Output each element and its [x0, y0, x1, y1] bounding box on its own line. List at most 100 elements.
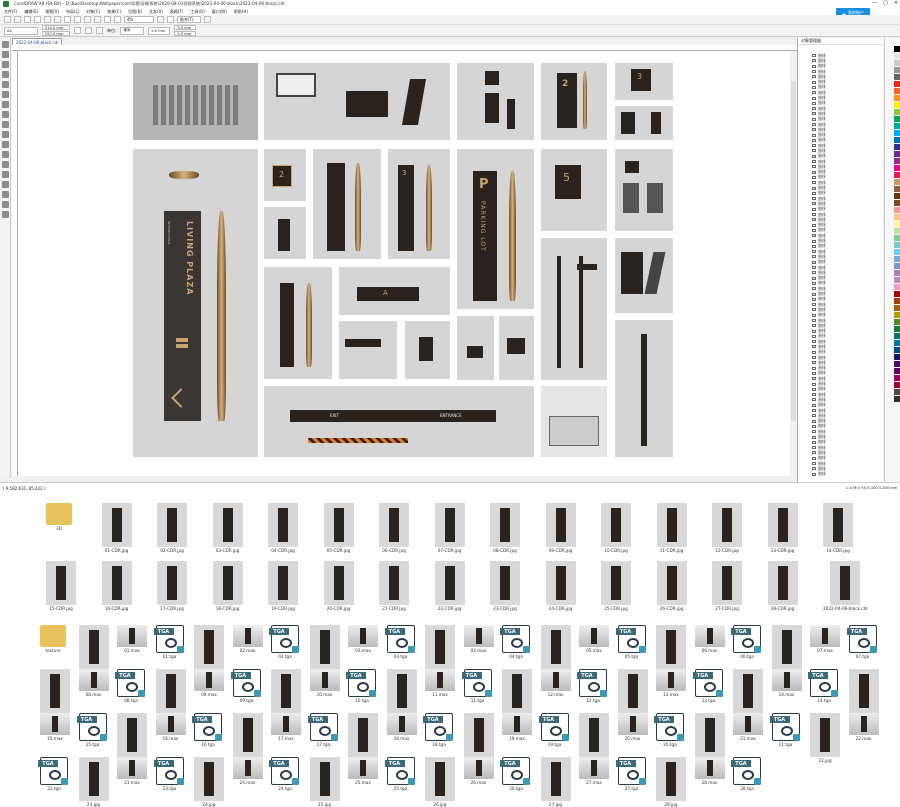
object-row[interactable]: 曲线	[798, 471, 882, 476]
artboard-bins[interactable]	[615, 149, 673, 231]
menu-item[interactable]: 布局(L)	[66, 9, 79, 15]
dimension-tool-icon[interactable]	[2, 151, 9, 158]
file-item[interactable]: TGA 27.tga	[615, 757, 646, 791]
new-document-button[interactable]	[4, 16, 11, 23]
file-item[interactable]: TGA 02.tga	[269, 625, 299, 659]
file-item[interactable]: 20-CDR.jpg	[323, 561, 354, 611]
page-width-field[interactable]: 210.0 mm	[42, 25, 70, 30]
artboard-living-plaza[interactable]: LIVING PLAZA INTERNATIONAL	[133, 149, 258, 457]
artboard-hanging-frame[interactable]	[499, 316, 534, 380]
redo-button[interactable]	[84, 16, 91, 23]
file-item[interactable]: TGA 14.tga	[808, 669, 838, 703]
polygon-tool-icon[interactable]	[2, 121, 9, 128]
file-item[interactable]: 03.jpg	[309, 625, 340, 675]
color-swatch[interactable]	[894, 326, 900, 332]
color-eyedropper-tool-icon[interactable]	[2, 191, 9, 198]
artboard-totem-2[interactable]	[264, 267, 332, 379]
artboard-desk-sign[interactable]	[264, 63, 450, 140]
file-item[interactable]: 01.jpg	[78, 625, 109, 675]
menu-item[interactable]: 帮助(H)	[234, 9, 248, 15]
file-item[interactable]: 02.jpg	[194, 625, 224, 675]
transparency-tool-icon[interactable]	[2, 181, 9, 188]
duplicate-y-field[interactable]: 5.0 mm	[174, 31, 197, 36]
nudge-distance-field[interactable]: 5.0 mm	[148, 26, 171, 35]
file-item[interactable]: 09.jpg	[155, 669, 186, 719]
artboard-overhead-a[interactable]: A	[339, 267, 450, 315]
file-item[interactable]: 28-CDR.jpg	[767, 561, 798, 611]
connector-tool-icon[interactable]	[2, 161, 9, 168]
snap-to-select[interactable]: 贴齐(T)	[177, 16, 201, 23]
interactive-fill-tool-icon[interactable]	[2, 201, 9, 208]
file-item[interactable]: 12.max	[540, 669, 571, 697]
color-swatch[interactable]	[894, 347, 900, 353]
portrait-button[interactable]	[74, 27, 81, 34]
artboard-floor-5[interactable]: 5	[541, 149, 607, 231]
color-swatch[interactable]	[894, 186, 900, 192]
file-item[interactable]: 25.jpg	[309, 757, 340, 807]
artboard-hanging-2[interactable]: 2	[264, 149, 306, 201]
color-swatch[interactable]	[894, 109, 900, 115]
file-item[interactable]: TGA 15.tga	[76, 713, 107, 747]
menu-item[interactable]: 位图(B)	[128, 9, 142, 15]
file-item[interactable]: 01-CDR.jpg	[101, 503, 132, 553]
file-item[interactable]: TGA 09.tga	[230, 669, 261, 703]
smart-fill-tool-icon[interactable]	[2, 211, 9, 218]
color-swatch[interactable]	[894, 263, 900, 269]
file-item[interactable]: 03-CDR.jpg	[212, 503, 243, 553]
landscape-button[interactable]	[85, 27, 92, 34]
full-screen-button[interactable]	[157, 16, 164, 23]
file-item[interactable]: 13-CDR.jpg	[767, 503, 798, 553]
file-item[interactable]: 24.max	[232, 757, 263, 785]
file-item[interactable]: TGA 13.tga	[692, 669, 723, 703]
file-item[interactable]: 15-CDR.jpg	[46, 561, 76, 611]
publish-pdf-button[interactable]	[114, 16, 121, 23]
color-swatch[interactable]	[894, 74, 900, 80]
file-item[interactable]: TGA 11.tga	[461, 669, 492, 703]
color-swatch[interactable]	[894, 46, 900, 52]
file-item[interactable]: 23.jpg	[78, 757, 109, 807]
file-item[interactable]: 26.jpg	[425, 757, 455, 807]
table-tool-icon[interactable]	[2, 141, 9, 148]
close-button[interactable]: ✕	[894, 0, 898, 6]
file-item[interactable]: 07-CDR.jpg	[434, 503, 465, 553]
file-item[interactable]: 19-CDR.jpg	[268, 561, 298, 611]
scrollbar-thumb[interactable]	[791, 81, 796, 421]
file-item[interactable]: 16-CDR.jpg	[101, 561, 132, 611]
color-swatch[interactable]	[894, 312, 900, 318]
export-button[interactable]	[104, 16, 111, 23]
color-swatch[interactable]	[894, 207, 900, 213]
file-item[interactable]: 16.jpg	[117, 713, 147, 763]
file-item[interactable]: 28.jpg	[656, 757, 686, 807]
artboard-parking-lot[interactable]: P PARKING LOT	[457, 149, 534, 309]
artboard-small-pillar[interactable]	[264, 207, 306, 259]
file-item[interactable]: 08-CDR.jpg	[490, 503, 520, 553]
artboard-door-plate[interactable]	[405, 321, 450, 379]
color-swatch[interactable]	[894, 95, 900, 101]
ellipse-tool-icon[interactable]	[2, 111, 9, 118]
color-swatch[interactable]	[894, 214, 900, 220]
save-button[interactable]	[24, 16, 31, 23]
menu-item[interactable]: 对象(C)	[86, 9, 100, 15]
color-swatch[interactable]	[894, 298, 900, 304]
color-swatch[interactable]	[894, 368, 900, 374]
file-item[interactable]: TGA 06.tga	[731, 625, 761, 659]
color-swatch[interactable]	[894, 193, 900, 199]
zoom-level-select[interactable]: 4%	[124, 16, 154, 23]
file-item[interactable]: 02.max	[232, 625, 263, 653]
menu-item[interactable]: 文件(F)	[4, 9, 17, 15]
file-item[interactable]: 09.max	[194, 669, 224, 697]
drop-shadow-tool-icon[interactable]	[2, 171, 9, 178]
menu-item[interactable]: 视图(V)	[45, 9, 59, 15]
file-item[interactable]: TGA 26.tga	[500, 757, 530, 791]
file-item[interactable]: TGA 25.tga	[384, 757, 415, 791]
color-swatch[interactable]	[894, 340, 900, 346]
file-item[interactable]: 11-CDR.jpg	[656, 503, 687, 553]
file-item[interactable]: 17-CDR.jpg	[157, 561, 187, 611]
color-swatch[interactable]	[894, 242, 900, 248]
file-item[interactable]: TGA 07.tga	[846, 625, 877, 659]
file-item[interactable]: 2022-04-06-black.cdr	[823, 561, 868, 611]
color-swatch[interactable]	[894, 396, 900, 402]
file-item[interactable]: 06.jpg	[656, 625, 686, 675]
artboard-totem-3[interactable]: 3	[388, 149, 450, 259]
copy-button[interactable]	[54, 16, 61, 23]
